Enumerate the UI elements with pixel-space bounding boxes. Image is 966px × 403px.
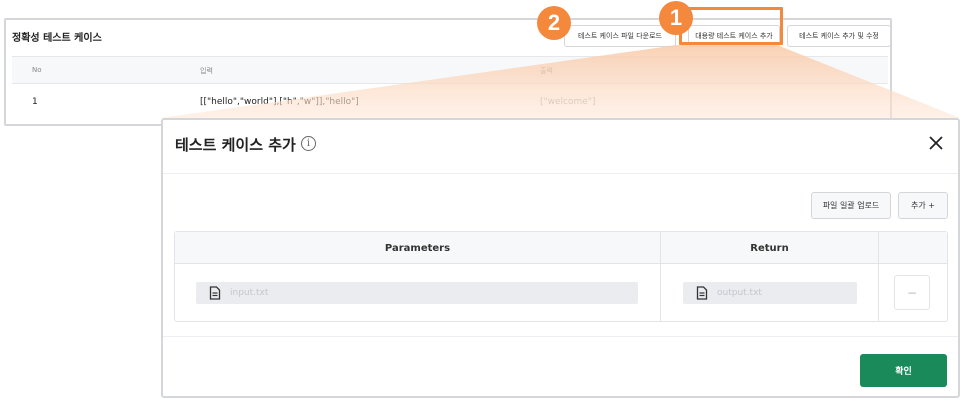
footer-divider (163, 336, 958, 337)
modal-header: 테스트 케이스 추가 i (163, 120, 958, 174)
remove-row-button[interactable]: − (894, 275, 930, 310)
row-input: [["hello","world"],["h","w"]],"hello"] (200, 97, 359, 107)
close-icon[interactable] (927, 134, 945, 152)
table-row: 1 [["hello","world"],["h","w"]],"hello"]… (12, 84, 888, 120)
column-divider (660, 232, 661, 321)
input-file-placeholder: input.txt (230, 288, 269, 298)
step-1-badge: 1 (659, 1, 693, 35)
add-testcase-modal: 테스트 케이스 추가 i 파일 일괄 업로드 추가 + Parameters R… (161, 118, 960, 398)
testcase-table-header: Parameters Return (175, 232, 947, 264)
parameters-header: Parameters (384, 242, 451, 254)
modal-title: 테스트 케이스 추가 (175, 136, 296, 154)
confirm-button[interactable]: 확인 (860, 354, 947, 387)
col-output: 출력 (540, 67, 553, 75)
return-header: Return (750, 242, 789, 254)
col-no: No (32, 66, 42, 74)
info-icon[interactable]: i (301, 136, 316, 151)
row-output: ["welcome"] (540, 97, 596, 107)
file-icon (696, 286, 708, 300)
testcase-file-download-button[interactable]: 테스트 케이스 파일 다운로드 (564, 25, 676, 47)
testcase-add-edit-button[interactable]: 테스트 케이스 추가 및 수정 (787, 25, 891, 47)
bulk-file-upload-button[interactable]: 파일 일괄 업로드 (811, 192, 891, 219)
output-file-placeholder: output.txt (717, 288, 762, 298)
accuracy-testcase-panel: 정확성 테스트 케이스 테스트 케이스 파일 다운로드 대용량 테스트 케이스 … (4, 7, 892, 126)
step-2-badge: 2 (537, 6, 571, 40)
column-divider (878, 232, 879, 321)
output-file-field[interactable]: output.txt (683, 282, 857, 304)
testcase-table: Parameters Return input.txt output.txt − (174, 231, 948, 322)
row-no: 1 (32, 97, 38, 107)
bulk-testcase-add-button[interactable]: 대용량 테스트 케이스 추가 (688, 25, 780, 47)
input-file-field[interactable]: input.txt (196, 282, 638, 304)
add-testcase-button[interactable]: 추가 + (898, 192, 948, 219)
col-input: 입력 (200, 67, 213, 75)
table-header: No 입력 출력 (12, 56, 888, 84)
file-icon (209, 286, 221, 300)
panel-title: 정확성 테스트 케이스 (12, 33, 102, 44)
